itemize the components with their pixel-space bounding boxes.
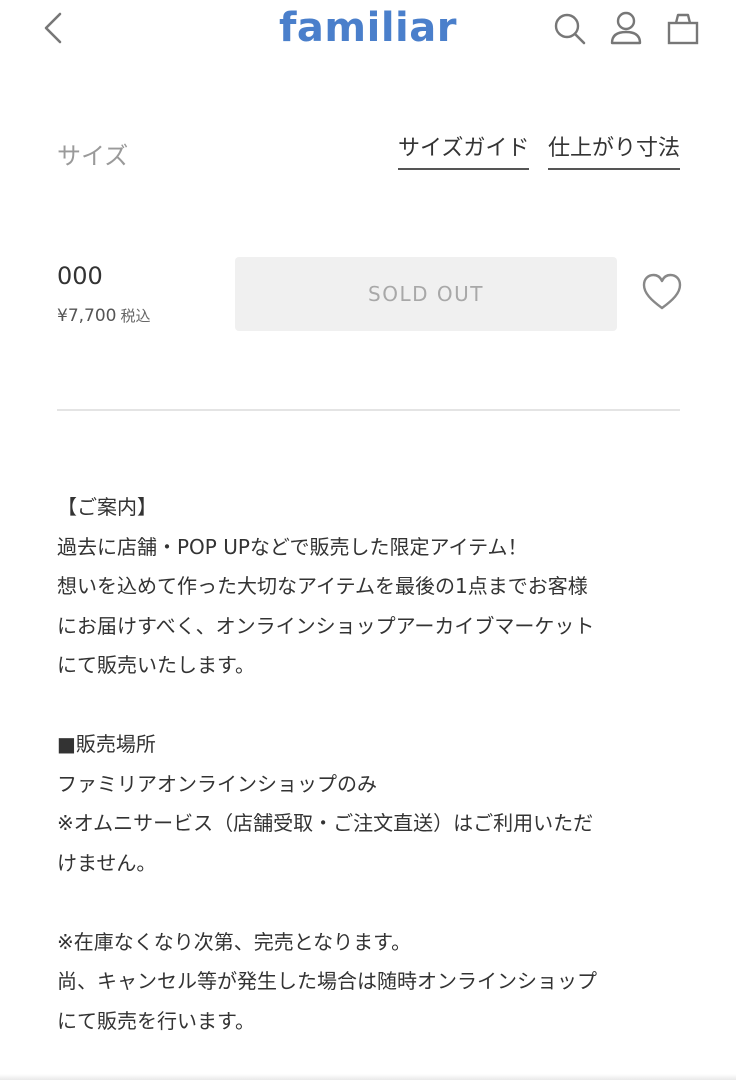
user-icon: [610, 11, 642, 45]
item-description: 【ご案内】 過去に店舗・POP UPなどで販売した限定アイテム！ 想いを込めて作…: [57, 488, 687, 1041]
size-guide-link[interactable]: サイズガイド: [398, 130, 530, 170]
description-line: けません。: [57, 850, 157, 875]
item-size-name: 000: [57, 262, 103, 290]
description-line: 想いを込めて作った大切なアイテムを最後の1点までお客様: [57, 574, 588, 598]
description-line: にて販売を行います。: [57, 1008, 255, 1033]
divider: [57, 409, 680, 411]
description-line: 尚、キャンセル等が発生した場合は随時オンラインショップ: [57, 969, 597, 993]
description-line: [57, 883, 687, 923]
item-price: ¥7,700 税込: [57, 305, 151, 326]
description-line: にお届けすべく、オンラインショップアーカイブマーケット: [57, 613, 595, 638]
cart-button[interactable]: [664, 8, 702, 48]
size-row: サイズ サイズガイド 仕上がり寸法: [57, 130, 681, 170]
bag-icon: [667, 13, 699, 45]
description-line: [57, 686, 687, 726]
description-line: 過去に店舗・POP UPなどで販売した限定アイテム！: [57, 534, 528, 559]
description-line: ※オムニサービス（店舗受取・ご注文直送）はご利用いただ: [57, 811, 594, 835]
description-line: ■販売場所: [57, 732, 156, 756]
favorite-button[interactable]: [640, 272, 684, 314]
tax-label: 税込: [120, 307, 151, 325]
search-button[interactable]: [550, 8, 588, 48]
finished-dimensions-link[interactable]: 仕上がり寸法: [548, 130, 681, 170]
chevron-left-icon: [44, 12, 62, 44]
header: familiar: [0, 0, 736, 58]
back-button[interactable]: [36, 8, 72, 48]
description-line: ファミリアオンラインショップのみ: [57, 771, 377, 796]
account-button[interactable]: [607, 8, 645, 48]
bottom-edge: [0, 1074, 736, 1080]
sold-out-button[interactable]: SOLD OUT: [235, 257, 617, 331]
search-icon: [554, 13, 586, 45]
heart-icon: [642, 273, 682, 310]
description-line: にて販売いたします。: [57, 653, 255, 677]
price-value: ¥7,700: [57, 306, 117, 326]
description-line: 【ご案内】: [57, 495, 157, 519]
logo[interactable]: familiar: [279, 5, 457, 51]
description-line: ※在庫なくなり次第、完売となります。: [57, 929, 412, 954]
size-label: サイズ: [57, 142, 129, 170]
